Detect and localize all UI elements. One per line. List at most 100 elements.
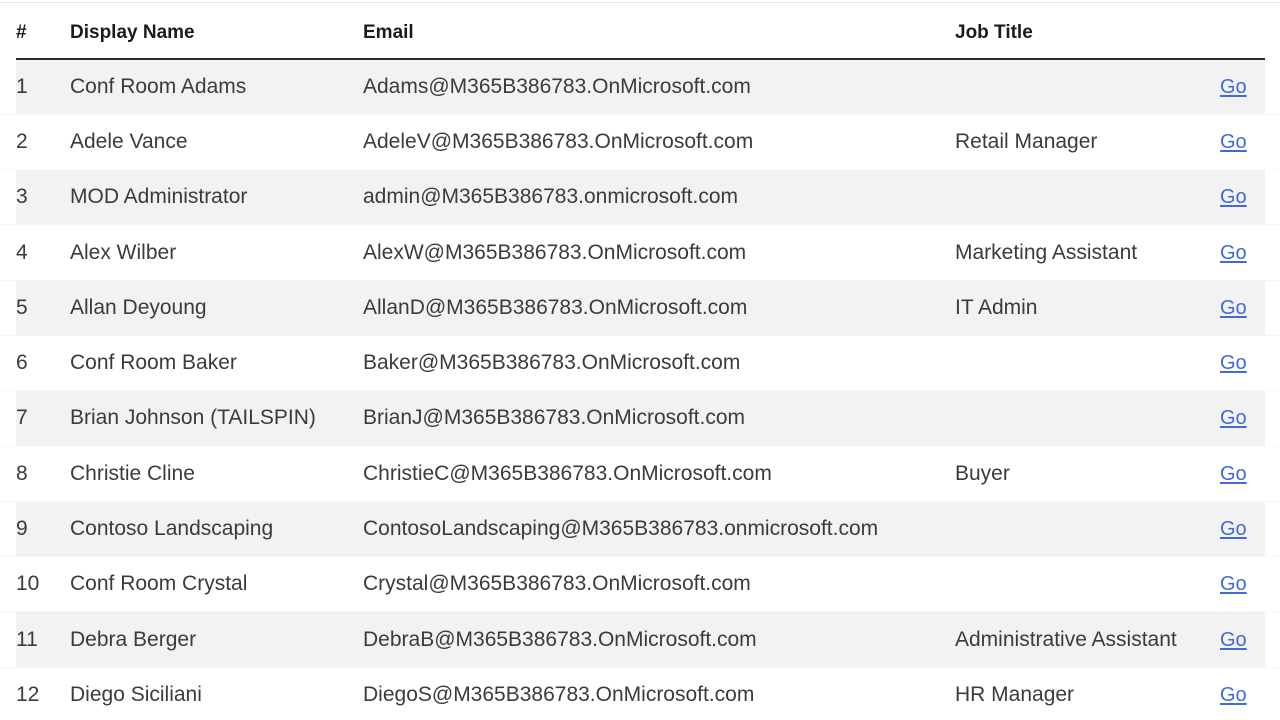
column-header-email[interactable]: Email [363, 0, 955, 59]
cell-job-title [955, 557, 1220, 612]
table-row[interactable]: 12Diego SicilianiDiegoS@M365B386783.OnMi… [0, 667, 1280, 720]
table-row[interactable]: 10Conf Room CrystalCrystal@M365B386783.O… [0, 557, 1280, 612]
cell-index: 7 [16, 391, 70, 446]
cell-email: Adams@M365B386783.OnMicrosoft.com [363, 59, 955, 114]
cell-action: Go [1220, 391, 1265, 446]
cell-email: ChristieC@M365B386783.OnMicrosoft.com [363, 446, 955, 501]
cell-action: Go [1220, 114, 1265, 169]
cell-email: BrianJ@M365B386783.OnMicrosoft.com [363, 391, 955, 446]
cell-display-name: Brian Johnson (TAILSPIN) [70, 391, 363, 446]
cell-action: Go [1220, 612, 1265, 667]
cell-display-name: Conf Room Adams [70, 59, 363, 114]
cell-display-name: Debra Berger [70, 612, 363, 667]
cell-display-name: Christie Cline [70, 446, 363, 501]
go-link[interactable]: Go [1220, 629, 1247, 652]
cell-action: Go [1220, 667, 1265, 720]
table-row[interactable]: 11Debra BergerDebraB@M365B386783.OnMicro… [0, 612, 1280, 667]
go-link[interactable]: Go [1220, 76, 1247, 99]
cell-email: ContosoLandscaping@M365B386783.onmicroso… [363, 501, 955, 556]
table-row[interactable]: 4Alex WilberAlexW@M365B386783.OnMicrosof… [0, 225, 1280, 280]
header-edge-right [1265, 0, 1280, 59]
row-edge-right [1265, 667, 1280, 720]
header-edge-left [0, 0, 16, 59]
cell-email: AdeleV@M365B386783.OnMicrosoft.com [363, 114, 955, 169]
cell-action: Go [1220, 59, 1265, 114]
row-edge-left [0, 170, 16, 225]
go-link[interactable]: Go [1220, 518, 1247, 541]
cell-action: Go [1220, 335, 1265, 390]
row-edge-right [1265, 59, 1280, 114]
row-edge-left [0, 667, 16, 720]
table-row[interactable]: 9Contoso LandscapingContosoLandscaping@M… [0, 501, 1280, 556]
cell-job-title [955, 170, 1220, 225]
cell-job-title: Administrative Assistant [955, 612, 1220, 667]
table-row[interactable]: 6Conf Room BakerBaker@M365B386783.OnMicr… [0, 335, 1280, 390]
cell-job-title: HR Manager [955, 667, 1220, 720]
table-header-row: # Display Name Email Job Title [0, 0, 1280, 59]
cell-email: admin@M365B386783.onmicrosoft.com [363, 170, 955, 225]
cell-display-name: MOD Administrator [70, 170, 363, 225]
cell-email: DebraB@M365B386783.OnMicrosoft.com [363, 612, 955, 667]
cell-index: 2 [16, 114, 70, 169]
row-edge-left [0, 114, 16, 169]
column-header-display-name[interactable]: Display Name [70, 0, 363, 59]
row-edge-left [0, 280, 16, 335]
row-edge-left [0, 391, 16, 446]
cell-action: Go [1220, 225, 1265, 280]
table-row[interactable]: 3MOD Administratoradmin@M365B386783.onmi… [0, 170, 1280, 225]
people-directory-page: # Display Name Email Job Title 1Conf Roo… [0, 0, 1280, 720]
top-divider [0, 2, 1280, 3]
cell-index: 5 [16, 280, 70, 335]
go-link[interactable]: Go [1220, 352, 1247, 375]
cell-job-title: IT Admin [955, 280, 1220, 335]
cell-email: DiegoS@M365B386783.OnMicrosoft.com [363, 667, 955, 720]
go-link[interactable]: Go [1220, 684, 1247, 707]
column-header-index[interactable]: # [16, 0, 70, 59]
cell-job-title [955, 335, 1220, 390]
cell-index: 9 [16, 501, 70, 556]
table-row[interactable]: 8Christie ClineChristieC@M365B386783.OnM… [0, 446, 1280, 501]
row-edge-right [1265, 335, 1280, 390]
people-table: # Display Name Email Job Title 1Conf Roo… [0, 0, 1280, 720]
cell-job-title [955, 391, 1220, 446]
row-edge-right [1265, 114, 1280, 169]
column-header-action [1220, 0, 1265, 59]
cell-job-title [955, 59, 1220, 114]
cell-index: 3 [16, 170, 70, 225]
cell-index: 8 [16, 446, 70, 501]
go-link[interactable]: Go [1220, 186, 1247, 209]
row-edge-right [1265, 501, 1280, 556]
table-row[interactable]: 5Allan DeyoungAllanD@M365B386783.OnMicro… [0, 280, 1280, 335]
go-link[interactable]: Go [1220, 463, 1247, 486]
column-header-job-title[interactable]: Job Title [955, 0, 1220, 59]
cell-job-title: Buyer [955, 446, 1220, 501]
cell-action: Go [1220, 557, 1265, 612]
cell-job-title: Retail Manager [955, 114, 1220, 169]
row-edge-left [0, 501, 16, 556]
cell-display-name: Adele Vance [70, 114, 363, 169]
cell-index: 10 [16, 557, 70, 612]
cell-email: AllanD@M365B386783.OnMicrosoft.com [363, 280, 955, 335]
row-edge-left [0, 612, 16, 667]
go-link[interactable]: Go [1220, 242, 1247, 265]
row-edge-left [0, 557, 16, 612]
go-link[interactable]: Go [1220, 131, 1247, 154]
table-header: # Display Name Email Job Title [0, 0, 1280, 59]
cell-display-name: Alex Wilber [70, 225, 363, 280]
table-row[interactable]: 7Brian Johnson (TAILSPIN)BrianJ@M365B386… [0, 391, 1280, 446]
cell-action: Go [1220, 446, 1265, 501]
row-edge-left [0, 59, 16, 114]
cell-index: 6 [16, 335, 70, 390]
table-body: 1Conf Room AdamsAdams@M365B386783.OnMicr… [0, 59, 1280, 720]
row-edge-right [1265, 446, 1280, 501]
go-link[interactable]: Go [1220, 573, 1247, 596]
row-edge-left [0, 446, 16, 501]
go-link[interactable]: Go [1220, 407, 1247, 430]
table-row[interactable]: 2Adele VanceAdeleV@M365B386783.OnMicroso… [0, 114, 1280, 169]
go-link[interactable]: Go [1220, 297, 1247, 320]
row-edge-right [1265, 612, 1280, 667]
cell-display-name: Conf Room Crystal [70, 557, 363, 612]
table-row[interactable]: 1Conf Room AdamsAdams@M365B386783.OnMicr… [0, 59, 1280, 114]
cell-display-name: Conf Room Baker [70, 335, 363, 390]
cell-action: Go [1220, 501, 1265, 556]
